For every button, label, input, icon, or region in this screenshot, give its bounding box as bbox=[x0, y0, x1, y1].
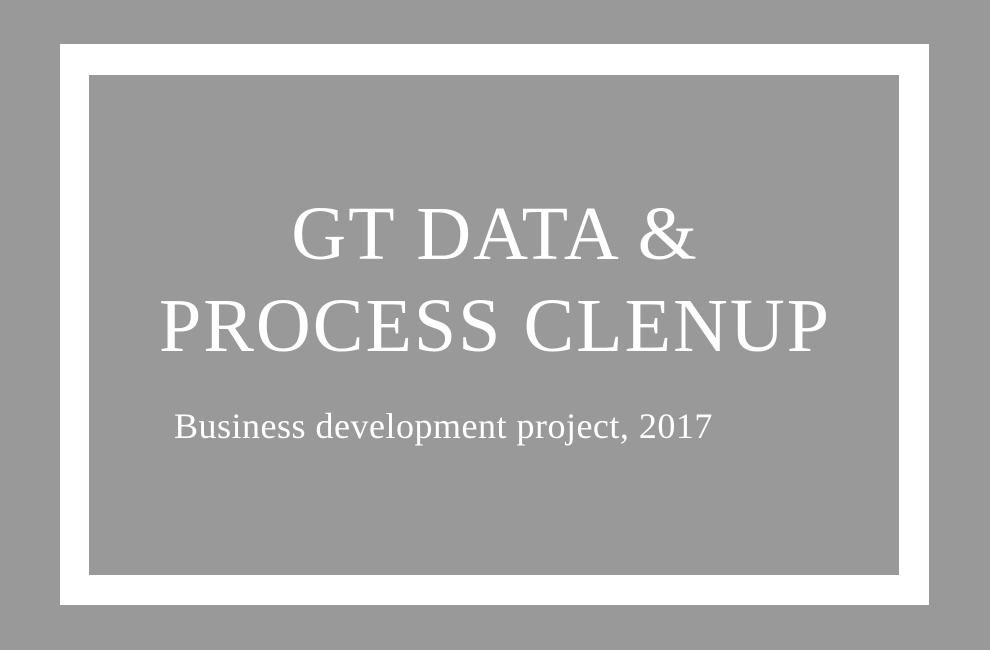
subtitle: Business development project, 2017 bbox=[174, 406, 713, 446]
title-line-1: GT DATA & bbox=[291, 192, 699, 276]
title-line-2: PROCESS CLENUP bbox=[158, 284, 832, 368]
